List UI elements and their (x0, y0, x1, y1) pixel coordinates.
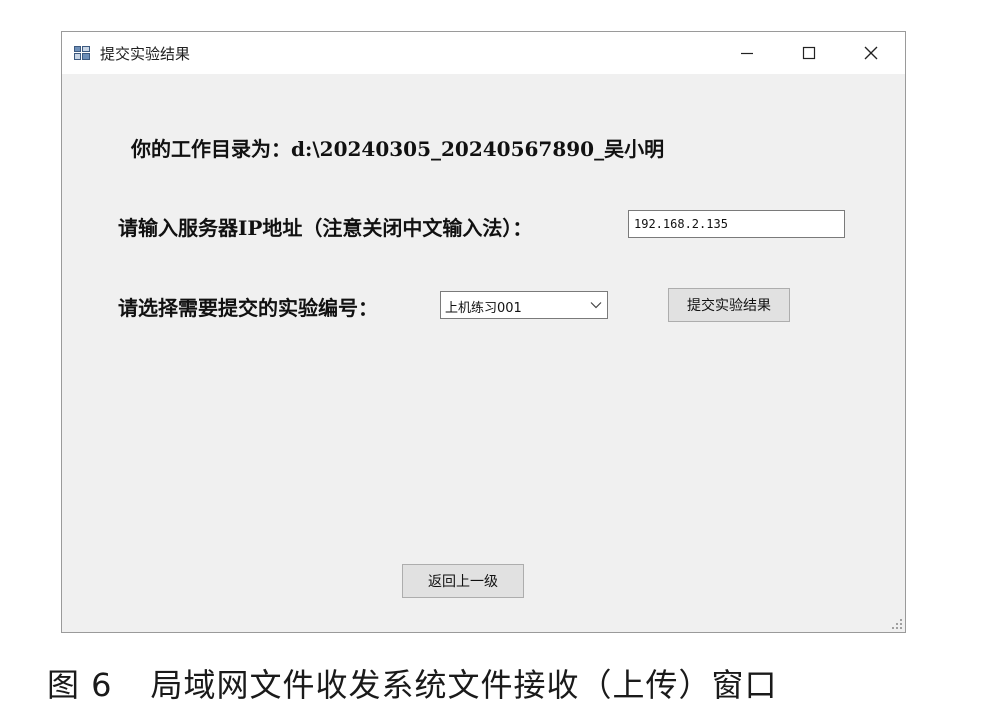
maximize-button[interactable] (779, 32, 839, 74)
chevron-down-icon (590, 302, 602, 309)
experiment-select[interactable]: 上机练习001 (440, 291, 608, 319)
ip-address-input[interactable] (628, 210, 845, 238)
page: 提交实验结果 你的工作目录为：d:\20240305_20240567890_吴… (0, 0, 999, 716)
back-button[interactable]: 返回上一级 (402, 564, 524, 598)
close-icon (864, 46, 878, 60)
close-button[interactable] (841, 32, 901, 74)
resize-grip-icon[interactable] (891, 618, 903, 630)
window-title: 提交实验结果 (100, 45, 191, 63)
experiment-selected-value: 上机练习001 (445, 301, 522, 316)
maximize-icon (802, 46, 816, 60)
figure-caption: 图 6 局域网文件收发系统文件接收（上传）窗口 (47, 660, 778, 706)
figure-caption-text: 局域网文件收发系统文件接收（上传）窗口 (150, 666, 778, 704)
minimize-button[interactable] (717, 32, 777, 74)
workdir-label: 你的工作目录为：d:\20240305_20240567890_吴小明 (131, 137, 665, 161)
title-bar[interactable]: 提交实验结果 (62, 32, 905, 74)
figure-number: 图 6 (47, 666, 113, 704)
dialog-window: 提交实验结果 你的工作目录为：d:\20240305_20240567890_吴… (61, 31, 906, 633)
minimize-icon (741, 52, 753, 55)
experiment-label: 请选择需要提交的实验编号： (118, 296, 378, 320)
submit-results-button[interactable]: 提交实验结果 (668, 288, 790, 322)
app-window-icon (74, 46, 90, 60)
ip-label: 请输入服务器IP地址（注意关闭中文输入法）： (118, 216, 533, 240)
